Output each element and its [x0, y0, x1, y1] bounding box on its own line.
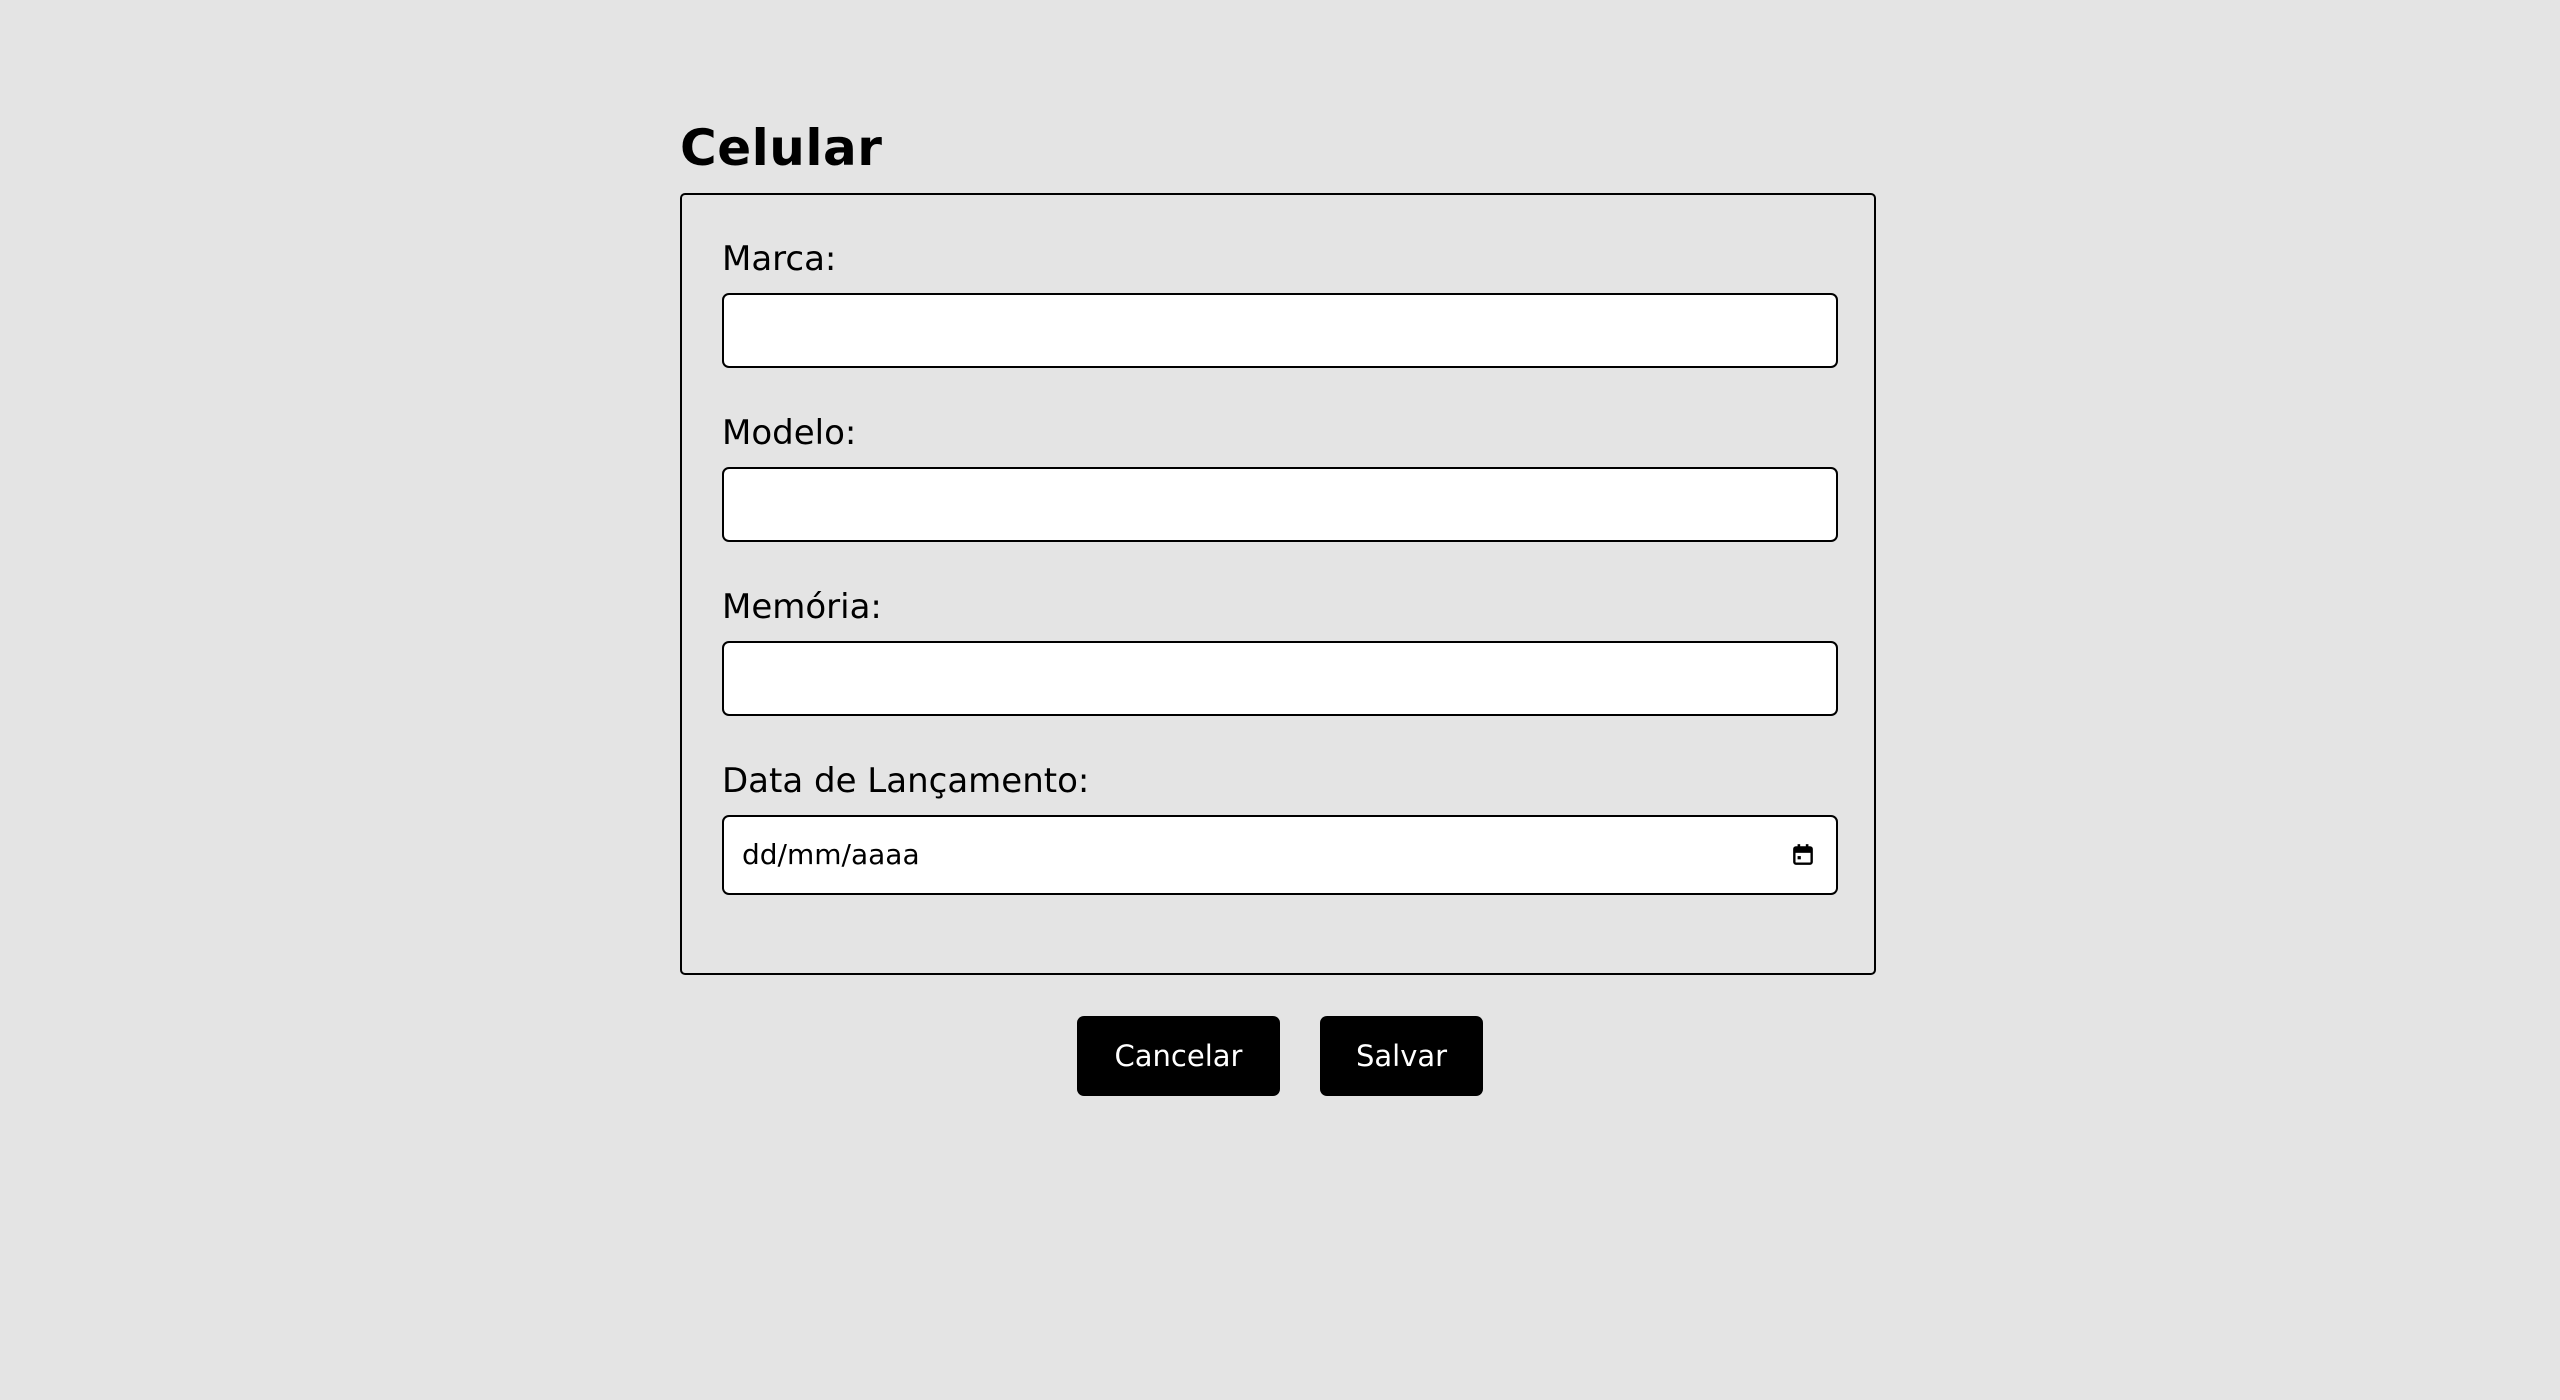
phone-form: Marca: Modelo: Memória: Data de Lançamen…: [680, 193, 1876, 975]
form-actions: Cancelar Salvar: [0, 1016, 2560, 1096]
brand-input[interactable]: [722, 293, 1838, 368]
brand-label: Marca:: [722, 239, 837, 279]
release-date-placeholder[interactable]: dd/mm/aaaa: [742, 841, 920, 869]
page-title: Celular: [680, 119, 883, 177]
release-date-label: Data de Lançamento:: [722, 761, 1090, 801]
save-button[interactable]: Salvar: [1320, 1016, 1483, 1096]
release-date-input[interactable]: dd/mm/aaaa: [722, 815, 1838, 895]
model-label: Modelo:: [722, 413, 857, 453]
model-input[interactable]: [722, 467, 1838, 542]
calendar-icon[interactable]: [1790, 842, 1816, 868]
cancel-button[interactable]: Cancelar: [1077, 1016, 1280, 1096]
memory-input[interactable]: [722, 641, 1838, 716]
memory-label: Memória:: [722, 587, 882, 627]
